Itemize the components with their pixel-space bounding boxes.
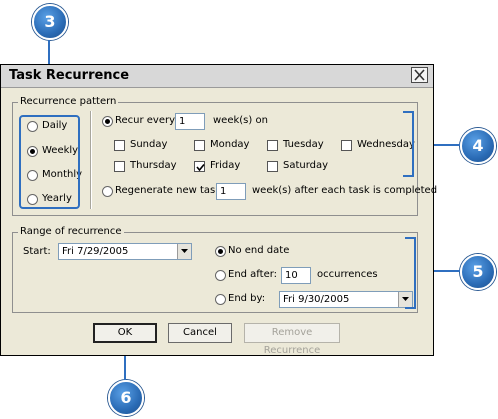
range-of-recurrence-legend: Range of recurrence xyxy=(18,226,124,237)
no-end-date-label: No end date xyxy=(228,245,290,256)
regenerate-label: Regenerate new task xyxy=(115,185,222,196)
saturday-label: Saturday xyxy=(283,160,329,171)
task-recurrence-dialog: Task Recurrence Recurrence pattern Daily… xyxy=(0,64,438,356)
start-date-value: Fri 7/29/2005 xyxy=(62,246,129,257)
end-after-radio[interactable] xyxy=(215,270,226,281)
monday-label: Monday xyxy=(210,139,250,150)
end-after-input[interactable]: 10 xyxy=(281,267,311,284)
monday-checkbox[interactable] xyxy=(194,140,205,151)
end-by-radio[interactable] xyxy=(215,294,226,305)
end-after-label: End after: xyxy=(228,269,278,280)
weeks-on-label: week(s) on xyxy=(213,115,268,126)
range-bracket xyxy=(405,237,416,309)
no-end-date-radio[interactable] xyxy=(215,246,226,257)
chevron-down-icon xyxy=(181,249,188,253)
callout-5-badge: 5 xyxy=(460,254,496,290)
regenerate-suffix-label: week(s) after each task is completed xyxy=(252,185,438,196)
friday-checkbox[interactable] xyxy=(194,161,205,172)
regenerate-radio[interactable] xyxy=(102,186,113,197)
sunday-checkbox[interactable] xyxy=(114,140,125,151)
close-button[interactable] xyxy=(411,67,428,83)
checkmark-icon xyxy=(196,163,205,172)
tuesday-label: Tuesday xyxy=(283,139,324,150)
recurrence-pattern-legend: Recurrence pattern xyxy=(18,96,119,107)
start-date-dropdown-button[interactable] xyxy=(177,244,191,259)
start-date-dropdown[interactable]: Fri 7/29/2005 xyxy=(58,243,192,260)
remove-recurrence-button[interactable]: Remove Recurrence xyxy=(244,323,340,356)
occurrences-label: occurrences xyxy=(317,269,378,280)
recur-every-radio[interactable] xyxy=(102,116,113,127)
title-bar: Task Recurrence xyxy=(1,65,433,88)
close-icon xyxy=(414,69,425,81)
end-by-label: End by: xyxy=(228,293,266,304)
frequency-separator xyxy=(90,111,92,209)
thursday-label: Thursday xyxy=(130,160,177,171)
callout-4-badge: 4 xyxy=(460,128,496,164)
friday-label: Friday xyxy=(210,160,241,171)
saturday-checkbox[interactable] xyxy=(267,161,278,172)
wednesday-checkbox[interactable] xyxy=(341,140,352,151)
recur-every-input[interactable]: 1 xyxy=(175,113,205,130)
end-by-date-dropdown[interactable]: Fri 9/30/2005 xyxy=(279,291,413,308)
recur-every-label: Recur every xyxy=(115,115,176,126)
end-by-date-value: Fri 9/30/2005 xyxy=(283,294,350,305)
start-label: Start: xyxy=(23,246,51,257)
ok-button[interactable]: OK xyxy=(93,323,157,343)
sunday-label: Sunday xyxy=(130,139,168,150)
regenerate-input[interactable]: 1 xyxy=(216,183,246,200)
tuesday-checkbox[interactable] xyxy=(267,140,278,151)
callout-3-badge: 3 xyxy=(32,4,68,40)
dialog-title: Task Recurrence xyxy=(9,68,130,83)
thursday-checkbox[interactable] xyxy=(114,161,125,172)
cancel-button[interactable]: Cancel xyxy=(168,323,232,343)
callout-6-badge: 6 xyxy=(108,380,144,416)
frequency-highlight-box xyxy=(19,115,80,209)
days-bracket xyxy=(403,111,414,177)
